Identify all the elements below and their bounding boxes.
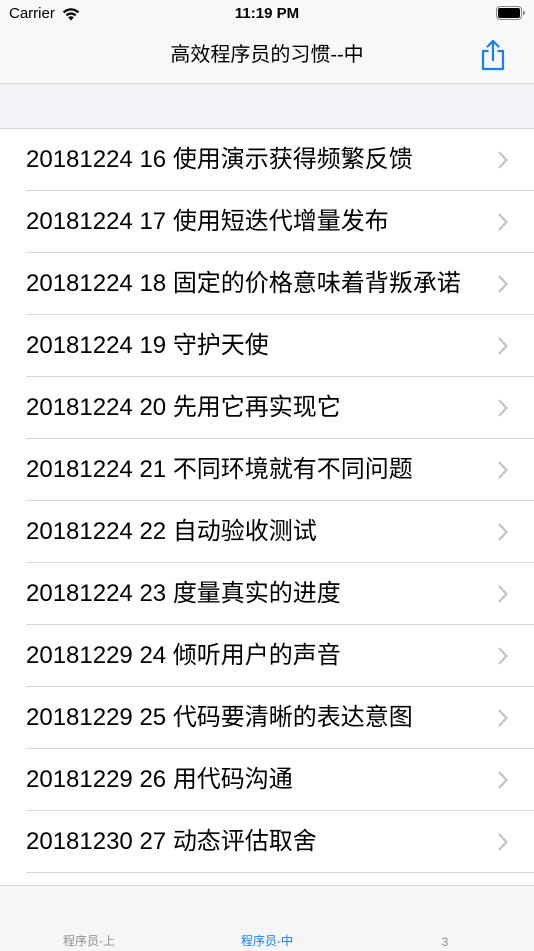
tab-bar: 程序员-上 程序员-中 3 [0, 885, 534, 951]
tab-label: 程序员-中 [241, 934, 293, 948]
chevron-right-icon [498, 337, 508, 355]
chevron-right-icon [498, 647, 508, 665]
list-item-label: 20181224 23 度量真实的进度 [26, 580, 341, 607]
list-item-label: 20181224 21 不同环境就有不同问题 [26, 456, 413, 483]
chevron-right-icon [498, 213, 508, 231]
chevron-right-icon [498, 523, 508, 541]
chevron-right-icon [498, 833, 508, 851]
list-item[interactable]: 20181224 16 使用演示获得频繁反馈 [0, 129, 534, 191]
tab-programmer-part1[interactable]: 程序员-上 [0, 886, 178, 951]
tab-programmer-part2[interactable]: 程序员-中 [178, 886, 356, 951]
list-item-label: 20181229 24 倾听用户的声音 [26, 642, 341, 669]
chevron-right-icon [498, 461, 508, 479]
chevron-right-icon [498, 399, 508, 417]
list-item-label: 20181230 27 动态评估取舍 [26, 828, 317, 855]
list-item[interactable]: 20181224 18 固定的价格意味着背叛承诺 [0, 253, 534, 315]
list-item[interactable]: 20181229 26 用代码沟通 [0, 749, 534, 811]
list-item-label: 20181224 20 先用它再实现它 [26, 394, 341, 421]
tab-label: 程序员-上 [63, 934, 115, 948]
chevron-right-icon [498, 151, 508, 169]
chevron-right-icon [498, 585, 508, 603]
list-item[interactable]: 20181224 23 度量真实的进度 [0, 563, 534, 625]
tab-3[interactable]: 3 [356, 886, 534, 951]
status-time: 11:19 PM [234, 5, 300, 22]
page-title: 高效程序员的习惯--中 [170, 44, 364, 66]
list-item-label: 20181229 25 代码要清晰的表达意图 [26, 704, 413, 731]
section-header [0, 84, 534, 129]
battery-icon [496, 6, 525, 20]
share-button[interactable] [478, 38, 508, 72]
chevron-right-icon [498, 275, 508, 293]
chapter-list: 20181224 16 使用演示获得频繁反馈 20181224 17 使用短迭代… [0, 129, 534, 885]
list-item[interactable]: 20181230 27 动态评估取舍 [0, 811, 534, 873]
chevron-right-icon [498, 709, 508, 727]
list-item[interactable]: 20181224 20 先用它再实现它 [0, 377, 534, 439]
list-item-label: 20181224 17 使用短迭代增量发布 [26, 208, 389, 235]
list-item-label: 20181224 16 使用演示获得频繁反馈 [26, 146, 413, 173]
list-item[interactable]: 20181229 24 倾听用户的声音 [0, 625, 534, 687]
share-icon [481, 39, 505, 71]
list-item-label: 20181229 26 用代码沟通 [26, 766, 293, 793]
list-item-label: 20181224 22 自动验收测试 [26, 518, 317, 545]
list-item[interactable]: 20181224 21 不同环境就有不同问题 [0, 439, 534, 501]
list-item-label: 20181224 19 守护天使 [26, 332, 269, 359]
chevron-right-icon [498, 771, 508, 789]
status-bar: Carrier 11:19 PM [0, 0, 534, 30]
tab-label: 3 [441, 935, 449, 949]
list-item[interactable]: 20181224 17 使用短迭代增量发布 [0, 191, 534, 253]
list-item-label: 20181224 18 固定的价格意味着背叛承诺 [26, 270, 461, 297]
navigation-bar: 高效程序员的习惯--中 [0, 30, 534, 84]
list-item[interactable]: 20181229 25 代码要清晰的表达意图 [0, 687, 534, 749]
list-item[interactable]: 20181224 22 自动验收测试 [0, 501, 534, 563]
list-item[interactable]: 20181224 19 守护天使 [0, 315, 534, 377]
